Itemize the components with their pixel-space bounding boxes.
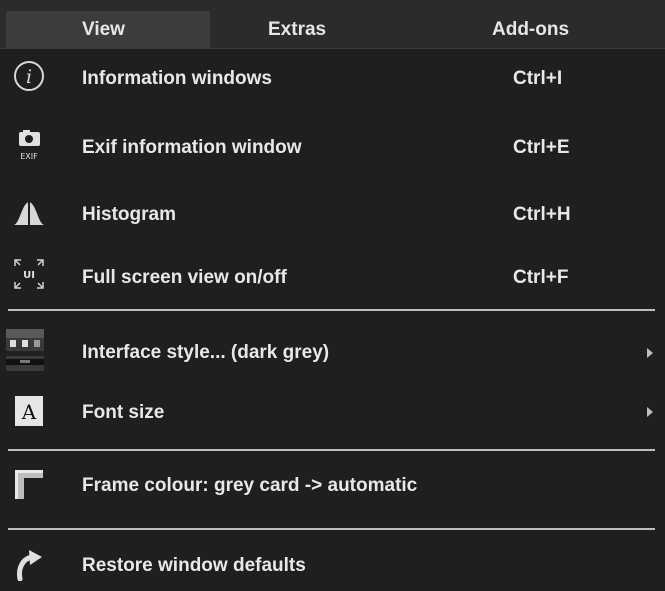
menu-item-label: Font size bbox=[82, 402, 165, 423]
restore-arrow-icon bbox=[17, 550, 42, 581]
menu-separator bbox=[8, 528, 655, 530]
frame-colour-icon bbox=[15, 470, 43, 499]
submenu-arrow-icon bbox=[647, 407, 653, 417]
menu-tab-addons[interactable]: Add-ons bbox=[492, 11, 569, 49]
menu-item-interface-style[interactable]: Interface style... (dark grey) bbox=[0, 325, 665, 379]
interface-style-icon bbox=[6, 329, 44, 371]
menu-item-information-windows[interactable]: i Information windows Ctrl+I bbox=[0, 55, 665, 101]
menu-separator bbox=[8, 309, 655, 311]
menu-item-label: Information windows bbox=[82, 68, 272, 89]
menu-item-histogram[interactable]: Histogram Ctrl+H bbox=[0, 191, 665, 237]
menu-item-full-screen-view[interactable]: UI Full screen view on/off Ctrl+F bbox=[0, 253, 665, 299]
svg-text:EXIF: EXIF bbox=[20, 152, 38, 161]
menu-item-exif-information-window[interactable]: EXIF Exif information window Ctrl+E bbox=[0, 123, 665, 169]
menu-item-shortcut: Ctrl+E bbox=[513, 137, 570, 158]
menu-item-shortcut: Ctrl+H bbox=[513, 204, 571, 225]
font-size-icon: A bbox=[15, 396, 43, 426]
menu-bar: View Extras Add-ons bbox=[0, 0, 665, 49]
fullscreen-icon: UI bbox=[14, 259, 44, 289]
menu-item-label: Full screen view on/off bbox=[82, 267, 287, 288]
menu-tab-view[interactable]: View bbox=[6, 11, 210, 49]
menu-item-label: Exif information window bbox=[82, 137, 302, 158]
menu-item-shortcut: Ctrl+I bbox=[513, 68, 563, 89]
menu-item-shortcut: Ctrl+F bbox=[513, 267, 569, 288]
menu-item-label: Histogram bbox=[82, 204, 176, 225]
menu-separator bbox=[8, 449, 655, 451]
menu-tab-extras[interactable]: Extras bbox=[268, 11, 326, 49]
svg-text:A: A bbox=[21, 400, 37, 424]
menu-item-label: Frame colour: grey card -> automatic bbox=[82, 475, 418, 496]
exif-camera-icon: EXIF bbox=[19, 130, 40, 161]
menu-item-font-size[interactable]: A Font size bbox=[0, 387, 665, 437]
menu-item-label: Restore window defaults bbox=[82, 555, 306, 576]
histogram-icon bbox=[14, 202, 44, 225]
view-menu-dropdown: i Information windows Ctrl+I EXIF Exif i… bbox=[0, 49, 665, 591]
menu-item-frame-colour[interactable]: Frame colour: grey card -> automatic bbox=[0, 459, 665, 509]
svg-text:i: i bbox=[26, 66, 32, 88]
menu-item-restore-window-defaults[interactable]: Restore window defaults bbox=[0, 537, 665, 591]
info-icon: i bbox=[14, 61, 44, 91]
svg-text:UI: UI bbox=[23, 270, 35, 281]
menu-item-label: Interface style... (dark grey) bbox=[82, 342, 330, 363]
submenu-arrow-icon bbox=[647, 348, 653, 358]
